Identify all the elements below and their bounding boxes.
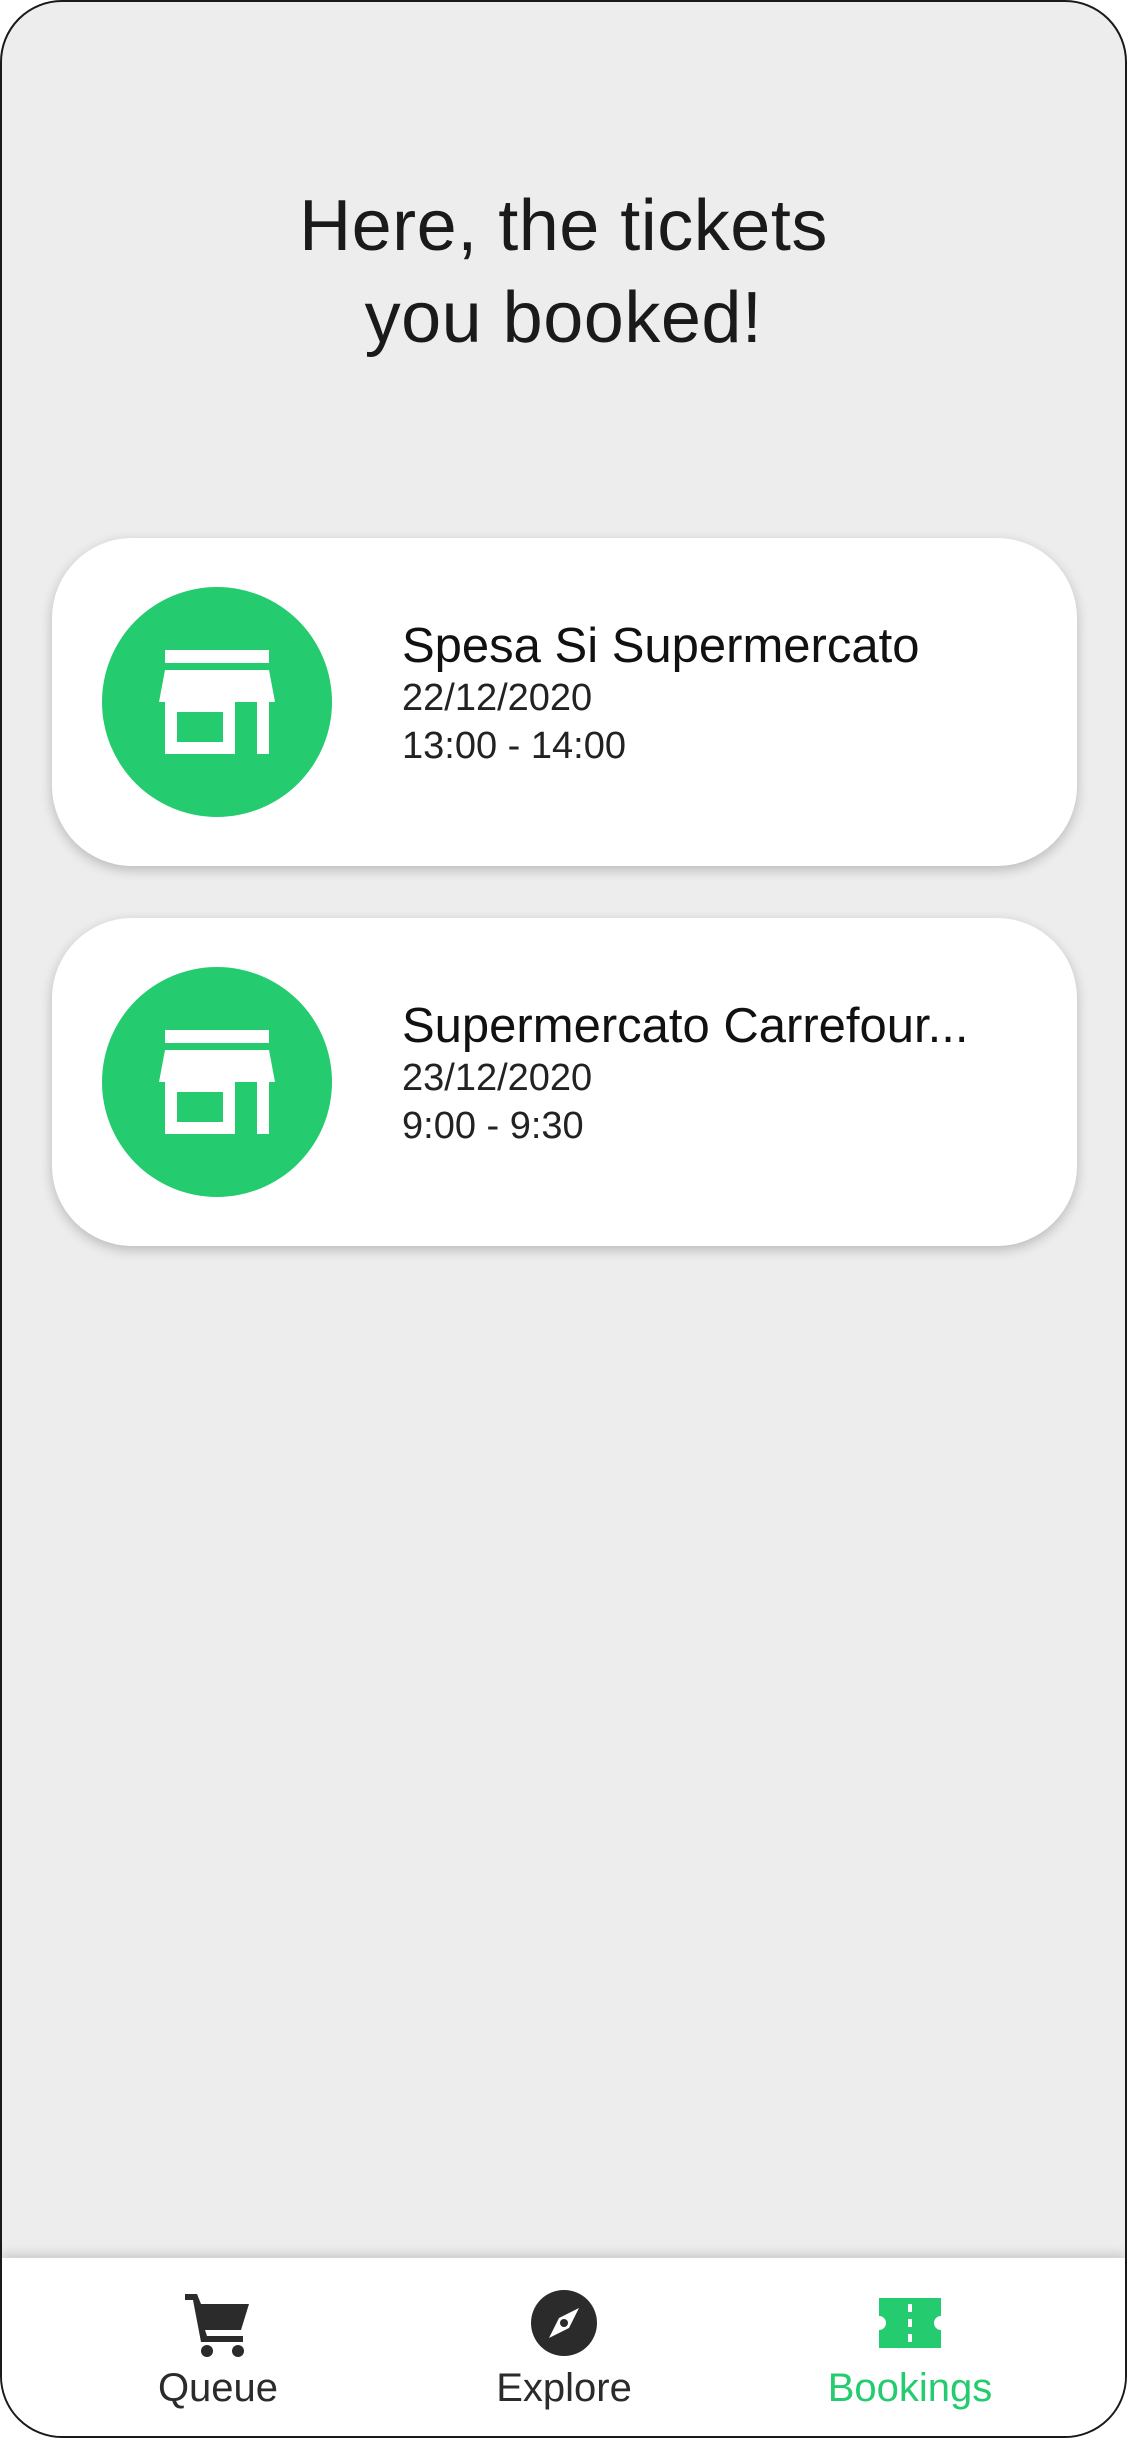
store-name: Supermercato Carrefour... <box>402 999 969 1053</box>
store-name: Spesa Si Supermercato <box>402 619 920 673</box>
nav-item-bookings[interactable]: Bookings <box>760 2258 1060 2436</box>
booking-date: 23/12/2020 <box>402 1057 593 1099</box>
nav-label: Queue <box>157 2366 279 2410</box>
store-icon-circle <box>102 967 332 1197</box>
compass-icon <box>531 2290 597 2356</box>
phone-screen: Here, the tickets you booked! Spesa Si S… <box>0 0 1127 2438</box>
cart-icon <box>185 2294 249 2357</box>
booking-time: 9:00 - 9:30 <box>402 1105 584 1147</box>
nav-item-explore[interactable]: Explore <box>414 2258 714 2436</box>
nav-label: Bookings <box>827 2366 993 2410</box>
booking-time: 13:00 - 14:00 <box>402 725 626 767</box>
store-icon <box>159 1030 275 1134</box>
booking-card[interactable]: Spesa Si Supermercato 22/12/2020 13:00 -… <box>52 538 1077 866</box>
nav-item-queue[interactable]: Queue <box>68 2258 368 2436</box>
booking-date: 22/12/2020 <box>402 677 593 719</box>
store-icon-circle <box>102 587 332 817</box>
booking-card[interactable]: Supermercato Carrefour... 23/12/2020 9:0… <box>52 918 1077 1246</box>
ticket-icon <box>879 2298 941 2348</box>
bottom-navigation: Queue Explore Bookings <box>2 2258 1125 2436</box>
page-title: Here, the tickets you booked! <box>2 180 1125 364</box>
page-title-line-2: you booked! <box>364 278 763 358</box>
page-title-line-1: Here, the tickets <box>299 186 828 266</box>
store-icon <box>159 650 275 754</box>
nav-label: Explore <box>496 2366 632 2410</box>
